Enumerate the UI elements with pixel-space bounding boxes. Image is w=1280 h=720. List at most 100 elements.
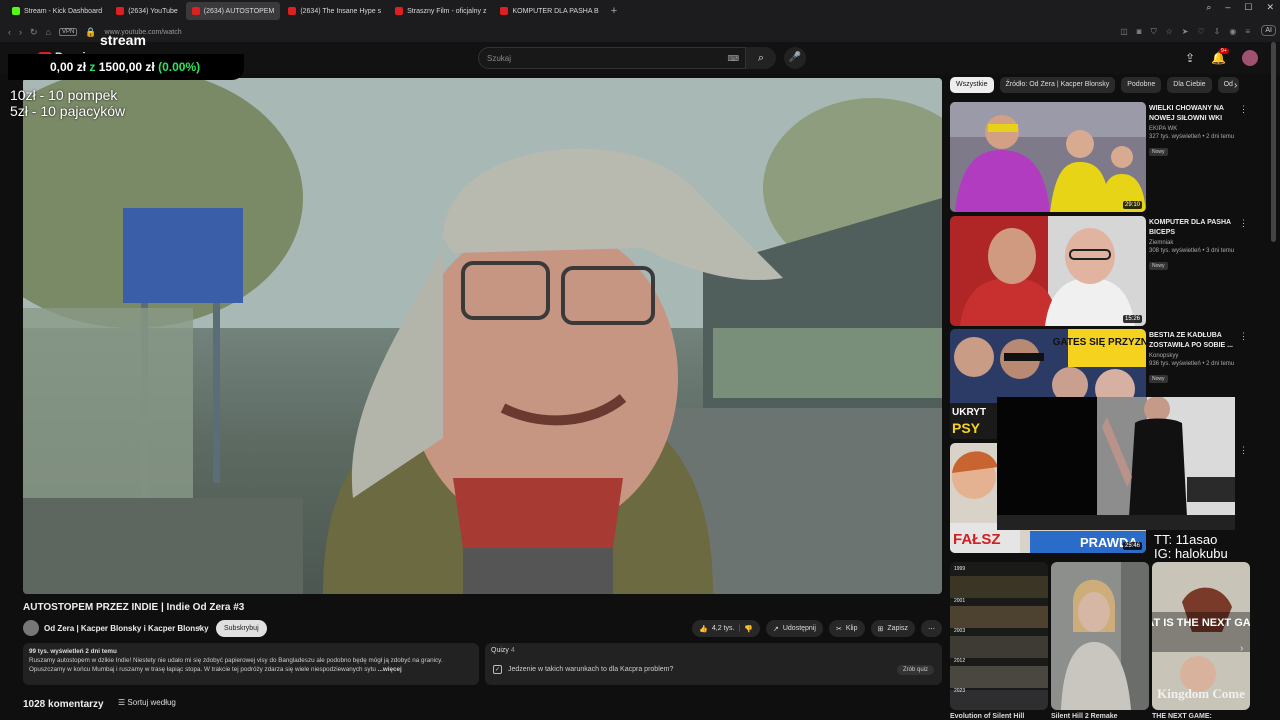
quiz-question[interactable]: ✓ Jedzenie w takich warunkach to dla Kacp… [493,665,673,674]
video-thumbnail[interactable]: 29:10 [950,102,1146,212]
recommended-stats: 327 tys. wyświetleń • 2 dni temu [1149,134,1235,140]
chip-for-you[interactable]: Dla Ciebie [1167,77,1212,93]
chip-all[interactable]: Wszystkie [950,77,994,93]
notification-badge: 9+ [1219,48,1229,54]
short-thumbnail[interactable]: 1999 2001 2003 2012 2023 [950,562,1048,710]
recommended-video[interactable]: 29:10 WIELKI CHOWANY NA NOWEJ SIŁOWNI WK… [950,102,1270,212]
minimize-icon[interactable]: – [1225,2,1230,13]
short-title[interactable]: THE NEXT GAME: [1152,713,1212,720]
bookmark-icon: ⊞ [877,625,884,633]
short-title[interactable]: Silent Hill 2 Remake [1051,713,1118,720]
recommended-video[interactable]: 15:26 KOMPUTER DLA PASHA BICEPS Ziemniak… [950,216,1270,326]
heart-icon[interactable]: ♡ [1197,27,1204,37]
recommended-title[interactable]: KOMPUTER DLA PASHA BICEPS [1149,218,1249,238]
microphone-icon[interactable]: 🎤 [784,47,806,69]
more-options-icon[interactable]: ⋮ [1239,445,1248,456]
menu-icon[interactable]: ≡ [1245,27,1250,37]
new-tab-button[interactable]: + [611,5,617,17]
sort-icon: ☰ [118,698,126,707]
video-player[interactable] [23,78,942,594]
tab-komputer-dla-pasha[interactable]: KOMPUTER DLA PASHA B [494,2,604,20]
close-icon[interactable]: ✕ [1266,2,1274,13]
profile-icon[interactable]: ◉ [1229,27,1236,37]
search-button[interactable]: ⌕ [746,47,776,69]
show-more-link[interactable]: ...więcej [378,666,402,673]
short-thumbnail[interactable]: WHAT IS THE NEXT GAME? Kingdom Come [1152,562,1250,710]
quiz-panel: Quizy 4 ✓ Jedzenie w takich warunkach to … [485,643,942,685]
recommended-title[interactable]: BESTIA ZE KADŁUBA ZOSTAWIŁA PO SOBIE ... [1149,331,1249,351]
clip-button[interactable]: ✂ Klip [828,620,865,637]
year-label: 2023 [954,688,965,694]
instagram-handle: IG: halokubu [1154,546,1228,561]
new-badge: Nowy [1149,148,1168,156]
maximize-icon[interactable]: ☐ [1244,2,1252,13]
header-actions: ⇪ 🔔 9+ [1185,48,1258,66]
short-title[interactable]: Evolution of Silent Hill [950,713,1024,720]
chevron-right-icon[interactable]: › [1240,643,1243,654]
tab-kick-dashboard[interactable]: Stream - Kick Dashboard [6,2,108,20]
donation-rule: 10zł - 10 pompek [10,87,118,103]
description-box[interactable]: 99 tys. wyświetleń 2 dni temu Ruszamy au… [23,643,479,685]
more-options-icon[interactable]: ⋮ [1239,331,1248,342]
thumbnail-text: UKRYT [952,407,986,418]
short-thumbnail[interactable] [1051,562,1149,710]
extension-icon[interactable]: ◫ [1120,27,1128,37]
bell-icon[interactable]: 🔔 9+ [1211,48,1229,65]
share-icon: ↗ [772,625,779,633]
checkbox-icon: ✓ [493,665,502,674]
camera-icon[interactable]: ◙ [1137,27,1142,37]
home-icon[interactable]: ⌂ [46,27,51,37]
save-button[interactable]: ⊞ Zapisz [870,620,915,637]
year-label: 2001 [954,598,965,604]
scrollbar[interactable] [1271,42,1276,242]
download-icon[interactable]: ⇩ [1214,27,1221,37]
subscribe-button[interactable]: Subskrybuj [216,620,267,637]
like-button[interactable]: 👍 4,2 tys. | 👎 [692,620,760,637]
thumbs-down-icon[interactable]: 👎 [744,625,753,633]
keyboard-icon[interactable]: ⌨ [727,54,739,63]
new-badge: Nowy [1149,262,1168,270]
video-thumbnail[interactable]: 15:26 [950,216,1146,326]
social-handles: TT: 11asao IG: halokubu [1154,533,1228,561]
recommended-channel[interactable]: Ziemniak [1149,240,1249,246]
search-input[interactable]: Szukaj ⌨ [478,47,746,69]
sort-comments-button[interactable]: ☰ Sortuj według [118,698,176,707]
video-frame [23,78,942,594]
send-icon[interactable]: ➤ [1182,27,1189,37]
chip-source[interactable]: Źródło: Od Zera | Kacper Blonsky [999,77,1116,93]
recommended-stats: 936 tys. wyświetleń • 2 dni temu [1149,361,1235,367]
tab-straszny-film[interactable]: Straszny Film - oficjalny z [389,2,492,20]
avatar[interactable] [1242,50,1258,66]
short-overlay-text: WHAT IS THE NEXT GAME? [1152,617,1250,629]
forward-icon[interactable]: › [19,27,22,37]
tab-youtube-home[interactable]: (2634) YouTube [110,2,184,20]
more-options-icon[interactable]: ⋮ [1239,104,1248,115]
chevron-right-icon[interactable]: › [1234,80,1237,91]
share-button[interactable]: ↗ Udostępnij [765,620,823,637]
channel-avatar[interactable] [23,620,39,636]
more-actions-button[interactable]: ⋯ [921,620,942,637]
channel-name[interactable]: Od Zera | Kacper Blonsky i Kacper Blonsk… [44,624,209,633]
recommended-channel[interactable]: EKIPA WK [1149,126,1249,132]
tab-autostopem[interactable]: (2634) AUTOSTOPEM [185,2,281,20]
back-icon[interactable]: ‹ [8,27,11,37]
chip-similar[interactable]: Podobne [1121,77,1162,93]
new-badge: Nowy [1149,375,1168,383]
upload-icon[interactable]: ⇪ [1185,51,1195,65]
reload-icon[interactable]: ↻ [30,27,38,38]
ai-button[interactable]: AI [1261,25,1276,36]
short-overlay-text: Kingdom Come [1157,686,1245,701]
recommended-stats: 308 tys. wyświetleń • 3 dni temu [1149,248,1235,254]
recommended-channel[interactable]: Konopskyy [1149,353,1249,359]
recommended-title[interactable]: WIELKI CHOWANY NA NOWEJ SIŁOWNI WKI [1149,104,1249,124]
tab-insane-hype[interactable]: (2634) The Insane Hype s [282,2,387,20]
youtube-icon [288,7,297,15]
shield-icon[interactable]: ⛉ [1151,27,1157,37]
kick-icon [12,7,20,15]
more-options-icon[interactable]: ⋮ [1239,218,1248,229]
take-quiz-button[interactable]: Zrób quiz [896,665,934,675]
search-tabs-icon[interactable]: ⌕ [1206,2,1211,13]
vpn-badge[interactable]: VPN [58,28,78,36]
star-icon[interactable]: ☆ [1166,27,1173,37]
youtube-icon [395,7,404,15]
